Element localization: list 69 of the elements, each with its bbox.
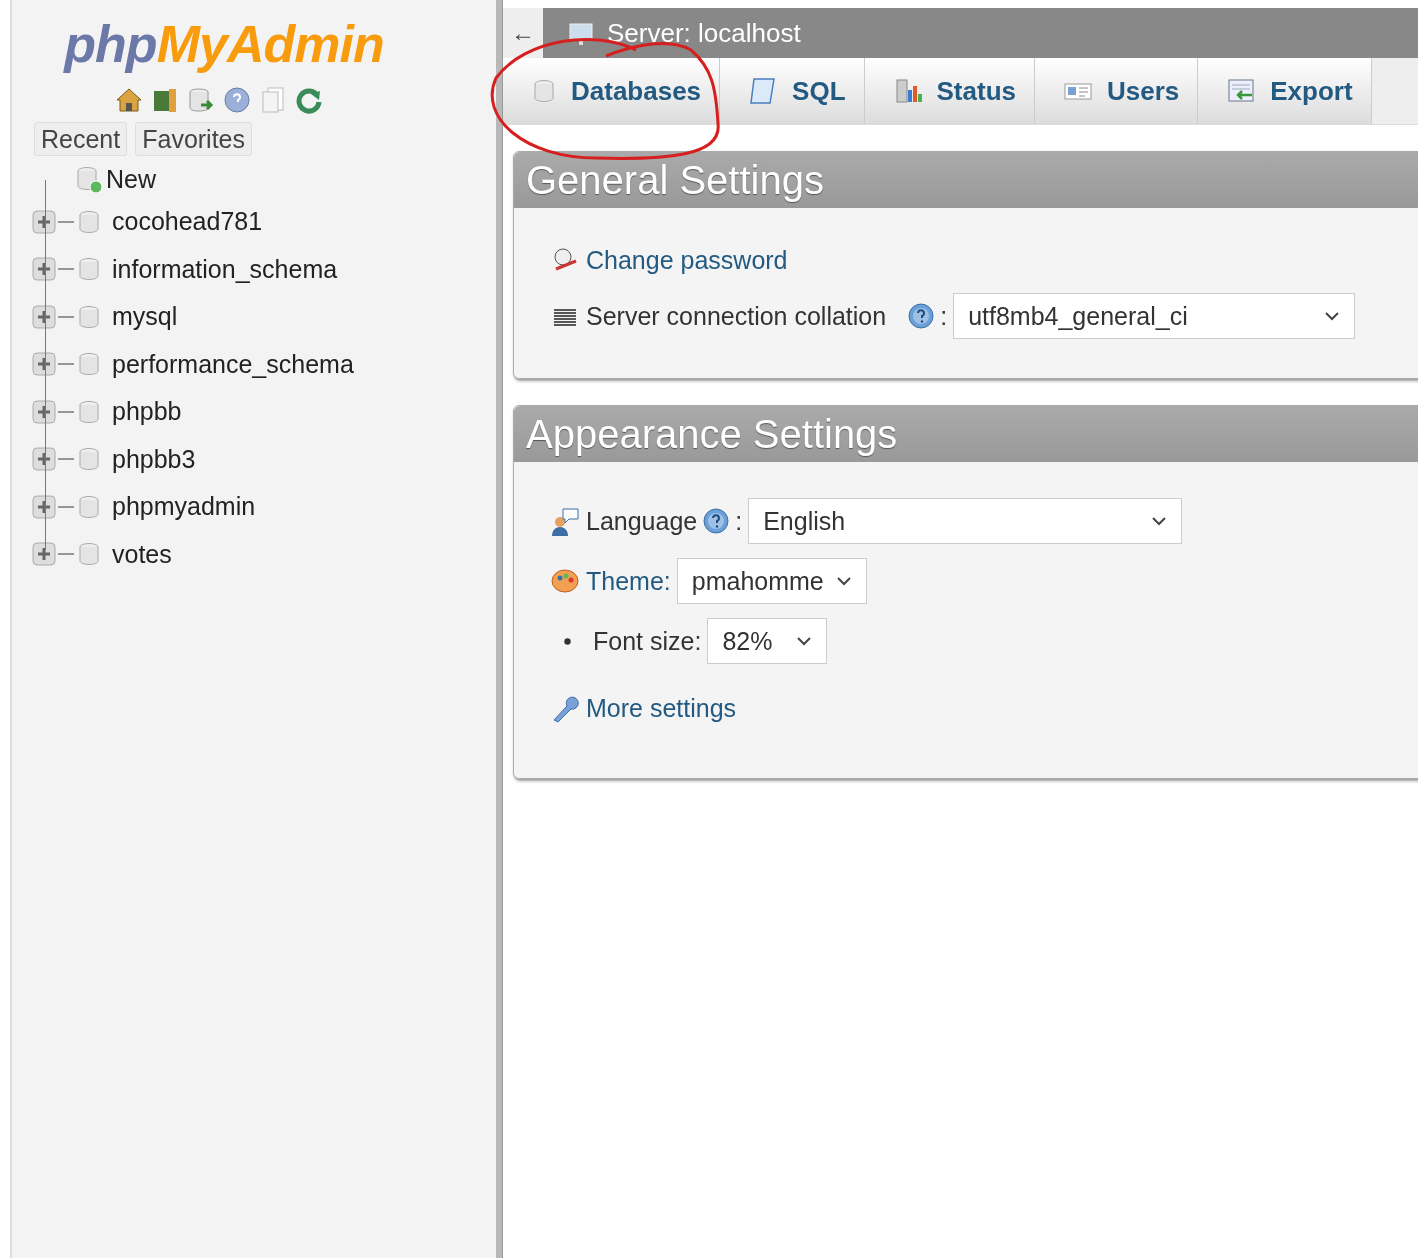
expand-icon[interactable] [32, 257, 56, 282]
sidebar-tab[interactable]: Recent [34, 122, 128, 156]
language-select[interactable]: English [748, 498, 1183, 544]
reload-icon[interactable] [295, 86, 323, 114]
tree-line [58, 267, 74, 272]
new-database-icon [74, 164, 104, 194]
nav-tab[interactable]: SQL [720, 58, 865, 124]
exit-door-icon[interactable] [151, 86, 179, 114]
database-icon [76, 303, 102, 330]
expand-icon[interactable] [32, 494, 56, 519]
theme-label: Theme: [586, 566, 671, 596]
expand-icon[interactable] [32, 209, 56, 234]
more-settings-link[interactable]: More settings [586, 693, 737, 723]
database-arrow-icon[interactable] [187, 86, 215, 114]
collation-label: Server connection collation [586, 301, 887, 331]
person-speech-icon [550, 506, 580, 536]
logo[interactable]: phpMyAdmin [12, 0, 496, 74]
database-icon [76, 398, 102, 425]
expand-icon[interactable] [32, 447, 56, 472]
help-icon [908, 303, 935, 329]
tree-item[interactable]: performance_schema [112, 349, 354, 379]
separator: : [940, 301, 948, 331]
font-size-label: Font size: [593, 626, 702, 656]
separator: : [735, 506, 743, 536]
nav-tab[interactable]: Users [1035, 58, 1199, 124]
nav-tab[interactable]: Status [864, 58, 1035, 124]
theme-select[interactable]: pmahomme [676, 558, 867, 604]
expand-icon[interactable] [32, 304, 56, 329]
nav-tab[interactable]: Export [1198, 58, 1372, 124]
tree-item[interactable]: information_schema [112, 254, 338, 284]
tree-line [58, 552, 74, 557]
panel-title: General Settings [526, 157, 824, 203]
panel-title: Appearance Settings [526, 411, 898, 457]
palette-icon [550, 566, 580, 596]
server-breadcrumb[interactable]: Server: localhost [607, 17, 801, 49]
tree-line [58, 504, 74, 509]
database-icon [76, 351, 102, 378]
nav-tab[interactable]: Databases [503, 58, 721, 124]
database-icon [76, 256, 102, 283]
expand-icon[interactable] [32, 352, 56, 377]
bullet-icon [564, 637, 571, 645]
database-icon [76, 446, 102, 473]
tree-item[interactable]: mysql [112, 302, 178, 332]
tree-line [58, 362, 74, 367]
font-size-select[interactable]: 82% [707, 618, 828, 664]
tree-item[interactable]: phpbb3 [112, 444, 196, 474]
language-label: Language [586, 506, 698, 536]
database-icon [76, 493, 102, 520]
database-icon [531, 78, 557, 104]
home-icon[interactable] [115, 86, 143, 114]
tree-item[interactable]: votes [112, 539, 172, 569]
database-icon [76, 208, 102, 235]
tree-line [58, 314, 74, 319]
tree-line [58, 409, 74, 414]
tree-item[interactable]: New [106, 164, 156, 194]
tree-line [58, 219, 74, 224]
tree-line [58, 457, 74, 462]
help-icon [703, 508, 730, 534]
tree-item[interactable]: phpbb [112, 397, 182, 427]
sidebar-tab[interactable]: Favorites [135, 122, 253, 156]
expand-icon[interactable] [32, 399, 56, 424]
change-password-link[interactable]: Change password [586, 245, 788, 275]
database-icon [76, 541, 102, 568]
back-button[interactable]: ← [503, 8, 543, 58]
collation-select[interactable]: utf8mb4_general_ci [953, 293, 1356, 339]
expand-icon[interactable] [32, 542, 56, 567]
tree-item[interactable]: cocohead781 [112, 207, 263, 237]
tree-item[interactable]: phpmyadmin [112, 492, 256, 522]
help-icon[interactable] [223, 86, 251, 114]
